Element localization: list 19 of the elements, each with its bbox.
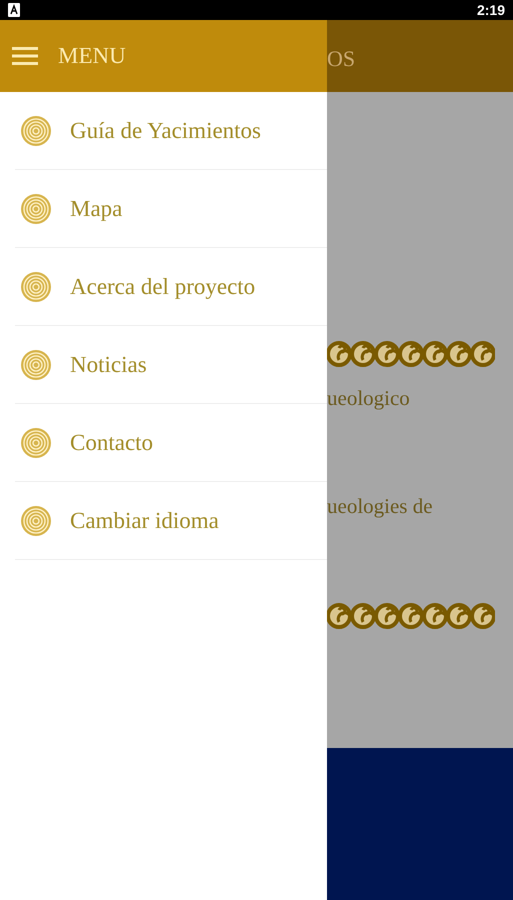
menu-item[interactable]: Mapa [15,170,327,248]
body-text: ueologies de [327,493,434,520]
menu-item[interactable]: Acerca del proyecto [15,248,327,326]
spiral-icon [20,114,52,146]
menu-item[interactable]: Contacto [15,404,327,482]
menu-item[interactable]: Guía de Yacimientos [15,92,327,170]
status-time: 2:19 [476,2,505,18]
menu-icon[interactable] [12,47,38,65]
spiral-icon [20,192,52,224]
spiral-icon [20,348,52,380]
notification-icon [8,3,20,17]
body-text: ueologico [327,385,411,412]
spiral-icon [20,504,52,536]
spiral-icon [20,426,52,458]
menu-item[interactable]: Noticias [15,326,327,404]
spiral-icon [20,270,52,302]
drawer-title: MENU [58,43,126,69]
page-title: OS [327,46,356,72]
menu-item[interactable]: Cambiar idioma [15,482,327,560]
